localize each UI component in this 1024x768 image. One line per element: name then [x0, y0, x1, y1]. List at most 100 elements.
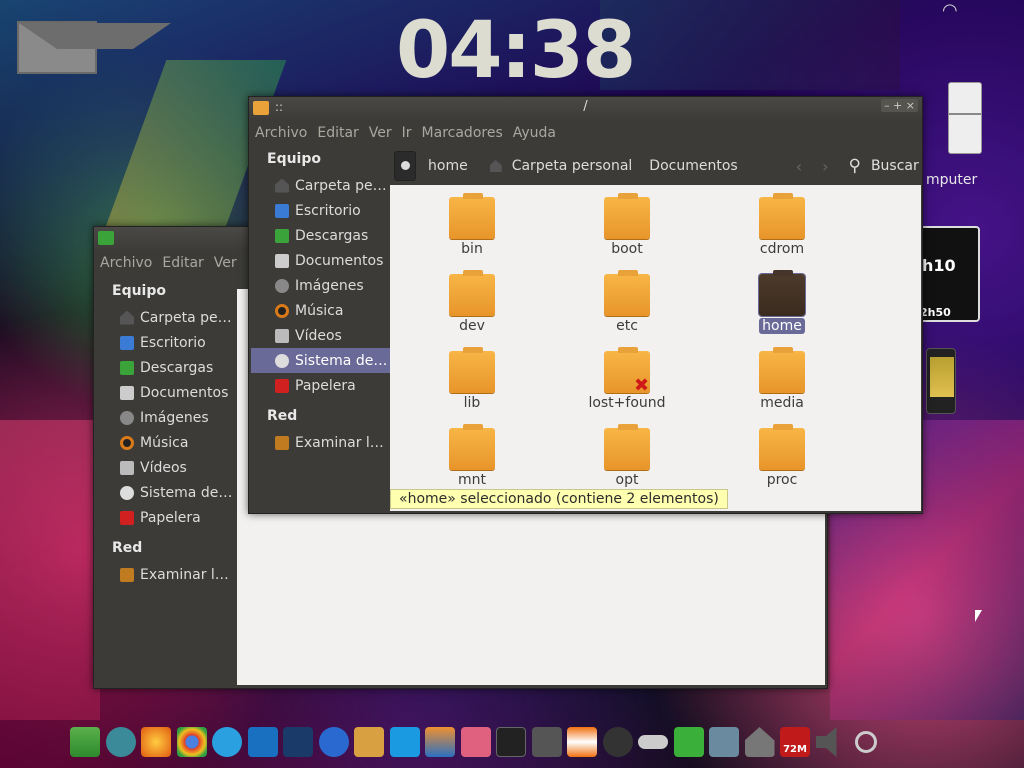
sidebar-item-network[interactable]: Examinar l… [251, 430, 390, 455]
volume-icon[interactable] [815, 727, 837, 757]
sidebar-item-label: Papelera [295, 377, 356, 394]
sidebar-item-desktop[interactable]: Escritorio [96, 330, 237, 355]
file-view[interactable]: bin boot cdrom dev etc home lib ✖ lost+fo… [390, 185, 921, 511]
downloader-icon[interactable] [70, 727, 100, 757]
file-item[interactable]: cdrom [727, 193, 837, 257]
images-icon [275, 278, 289, 293]
file-item[interactable]: proc [727, 424, 837, 488]
sidebar-item-label: Carpeta pe… [140, 309, 232, 326]
file-label: home [759, 318, 805, 334]
documents-icon [275, 253, 289, 268]
file-item[interactable]: home [727, 270, 837, 334]
mouse-cursor [975, 610, 982, 622]
menu-ayuda[interactable]: Ayuda [513, 125, 556, 141]
sidebar-item-network[interactable]: Examinar l… [96, 562, 237, 587]
sidebar-item-home[interactable]: Carpeta pe… [251, 173, 390, 198]
sidebar-item-videos[interactable]: Vídeos [251, 323, 390, 348]
filesystem-icon [120, 485, 134, 500]
music-icon [120, 435, 134, 450]
sidebar-item-music[interactable]: Música [96, 430, 237, 455]
nav-arrows[interactable]: ‹› [796, 157, 849, 176]
pidgin-icon[interactable] [318, 727, 349, 757]
window-titlebar[interactable]: :: / – + × [249, 97, 922, 121]
skype-icon[interactable] [212, 727, 242, 757]
chrome-icon[interactable] [176, 727, 207, 757]
home-icon[interactable] [744, 727, 775, 757]
firefox-icon[interactable] [141, 727, 171, 757]
sidebar-item-label: Música [295, 302, 344, 319]
file-item[interactable]: media [727, 347, 837, 411]
sidebar-item-documents[interactable]: Documentos [251, 248, 390, 273]
file-manager-window[interactable]: :: / – + × Archivo Editar Ver Ir Marcado… [248, 96, 923, 514]
system-monitor-icon[interactable] [709, 727, 739, 757]
office-icon[interactable] [425, 727, 455, 757]
file-item[interactable]: etc [572, 270, 682, 334]
sidebar-item-downloads[interactable]: Descargas [96, 355, 237, 380]
menu-ver[interactable]: Ver [369, 125, 392, 141]
menu-editar[interactable]: Editar [317, 125, 358, 141]
file-label: cdrom [759, 241, 805, 257]
documents-icon [120, 385, 134, 400]
pocket-icon[interactable] [460, 727, 491, 757]
menu-ir[interactable]: Ir [402, 125, 412, 141]
harddisk-icon[interactable] [394, 151, 416, 181]
menu-ver[interactable]: Ver [214, 255, 237, 271]
wifi-icon[interactable]: ◠ [942, 0, 966, 22]
sidebar-item-filesystem[interactable]: Sistema de… [96, 480, 237, 505]
file-item[interactable]: opt [572, 424, 682, 488]
breadcrumb-documents[interactable]: Documentos [649, 158, 737, 174]
power-icon[interactable] [855, 731, 877, 753]
memory-trash-icon[interactable]: 72M [780, 727, 810, 757]
menu-archivo[interactable]: Archivo [255, 125, 307, 141]
chat-icon[interactable] [105, 727, 136, 757]
toggle-icon[interactable] [638, 735, 668, 749]
sidebar-item-trash[interactable]: Papelera [251, 373, 390, 398]
menu-archivo[interactable]: Archivo [100, 255, 152, 271]
calculator-icon[interactable] [531, 727, 562, 757]
sidebar-item-music[interactable]: Música [251, 298, 390, 323]
sidebar-item-label: Escritorio [140, 334, 206, 351]
file-item[interactable]: lib [417, 347, 527, 411]
sidebar-item-downloads[interactable]: Descargas [251, 223, 390, 248]
menu-marcadores[interactable]: Marcadores [422, 125, 503, 141]
folder-icon: ✖ [604, 347, 650, 396]
file-item[interactable]: boot [572, 193, 682, 257]
disk-usage-icon[interactable] [283, 727, 313, 757]
sidebar-item-images[interactable]: Imágenes [96, 405, 237, 430]
network-icon [120, 567, 134, 582]
speaker-icon[interactable] [602, 727, 633, 757]
sidebar-item-filesystem[interactable]: Sistema de… [251, 348, 390, 373]
file-item[interactable]: dev [417, 270, 527, 334]
file-item[interactable]: bin [417, 193, 527, 257]
places-sidebar: Equipo Carpeta pe… Escritorio Descargas … [96, 277, 237, 687]
sidebar-item-label: Documentos [140, 384, 229, 401]
sidebar-item-documents[interactable]: Documentos [96, 380, 237, 405]
vlc-icon[interactable] [567, 727, 597, 757]
sidebar-item-desktop[interactable]: Escritorio [251, 198, 390, 223]
sidebar-item-videos[interactable]: Vídeos [96, 455, 237, 480]
gauge-sub: 2h50 [920, 306, 951, 319]
folder-icon [759, 193, 805, 239]
menu-editar[interactable]: Editar [162, 255, 203, 271]
twitter-icon[interactable] [389, 727, 420, 757]
sidebar-item-images[interactable]: Imágenes [251, 273, 390, 298]
window-controls[interactable]: – + × [881, 99, 918, 112]
download-icon[interactable] [673, 727, 704, 757]
breadcrumb-personal[interactable]: Carpeta personal [489, 158, 633, 174]
breadcrumb-label: Carpeta personal [511, 158, 633, 174]
breadcrumb-home[interactable]: home [428, 158, 468, 174]
folder-icon [604, 424, 650, 470]
sidebar-heading-network: Red [267, 408, 298, 424]
search-icon[interactable]: ⚲ [848, 156, 860, 176]
sidebar-item-trash[interactable]: Papelera [96, 505, 237, 530]
file-item[interactable]: ✖ lost+found [572, 347, 682, 411]
terminal-icon[interactable] [496, 727, 526, 757]
sidebar-item-home[interactable]: Carpeta pe… [96, 305, 237, 330]
search-button[interactable]: Buscar [871, 158, 919, 174]
mail-icon[interactable] [17, 21, 171, 74]
download-manager-icon[interactable] [354, 727, 384, 757]
computer-icon[interactable] [948, 82, 982, 154]
file-item[interactable]: mnt [417, 424, 527, 488]
messenger-icon[interactable] [247, 727, 278, 757]
trash-icon [275, 378, 289, 393]
